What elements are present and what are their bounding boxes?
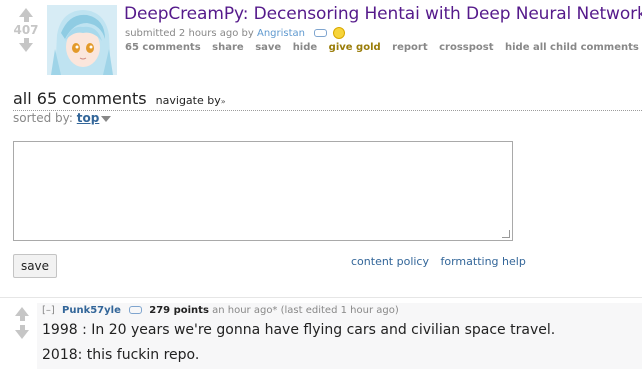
comment-line: 1998 : In 20 years we're gonna have flyi…	[42, 322, 556, 338]
resize-handle-icon[interactable]	[502, 230, 510, 238]
post-thumbnail[interactable]	[47, 5, 117, 75]
comment-timestamp: an hour ago* (last edited 1 hour ago)	[212, 305, 399, 316]
hide-link[interactable]: hide	[293, 42, 318, 53]
post-title-link[interactable]: DeepCreamPy: Decensoring Hentai with Dee…	[124, 4, 642, 24]
sort-dropdown[interactable]: top	[77, 111, 100, 125]
post-author-link[interactable]: Angristan	[257, 28, 305, 39]
comment-tagline: [–] Punk57yle 279 points an hour ago* (l…	[42, 305, 399, 316]
sorted-by-label: sorted by:	[13, 111, 73, 125]
upvote-icon[interactable]	[11, 8, 41, 22]
gold-star-icon	[333, 27, 346, 39]
post-score: 407	[13, 23, 39, 37]
crosspost-link[interactable]: crosspost	[439, 42, 493, 53]
post-vote: 407	[11, 8, 41, 52]
collapse-toggle[interactable]: [–]	[42, 305, 55, 316]
comments-header: all 65 comments navigate by»	[13, 89, 642, 111]
share-link[interactable]: share	[212, 42, 244, 53]
hide-child-comments-link[interactable]: hide all child comments	[505, 42, 639, 53]
comment-textarea[interactable]	[13, 141, 513, 241]
comment-points: 279 points	[149, 305, 209, 316]
navigate-by-label: navigate by	[155, 94, 221, 107]
chevron-down-icon: »	[220, 97, 226, 106]
message-icon[interactable]	[314, 29, 328, 37]
comment-author-link[interactable]: Punk57yle	[62, 305, 121, 316]
submitted-text: submitted 2 hours ago by	[125, 28, 254, 39]
report-link[interactable]: report	[392, 42, 427, 53]
comments-link[interactable]: 65 comments	[125, 42, 201, 53]
comment-downvote-icon[interactable]	[8, 325, 36, 339]
comment-vote	[8, 307, 36, 339]
comments-count: all 65 comments	[13, 89, 147, 108]
save-button[interactable]: save	[13, 254, 57, 278]
thumbnail-image	[47, 5, 117, 75]
message-icon[interactable]	[129, 306, 143, 314]
save-link[interactable]: save	[255, 42, 281, 53]
content-policy-link[interactable]: content policy	[351, 255, 429, 268]
post-tagline: submitted 2 hours ago by Angristan	[125, 27, 346, 39]
formatting-help-link[interactable]: formatting help	[441, 255, 526, 268]
comment-line: 2018: this fuckin repo.	[42, 347, 200, 363]
give-gold-link[interactable]: give gold	[329, 42, 381, 53]
post-actions: 65 comments share save hide give gold re…	[125, 42, 642, 53]
help-links: content policy formatting help	[343, 255, 526, 268]
navigate-by-menu[interactable]: navigate by»	[156, 94, 226, 107]
sort-menu: sorted by: top	[13, 111, 112, 125]
comment-upvote-icon[interactable]	[8, 307, 36, 321]
dropdown-arrow-icon[interactable]	[101, 115, 112, 122]
downvote-icon[interactable]	[11, 38, 41, 52]
divider	[0, 297, 642, 298]
